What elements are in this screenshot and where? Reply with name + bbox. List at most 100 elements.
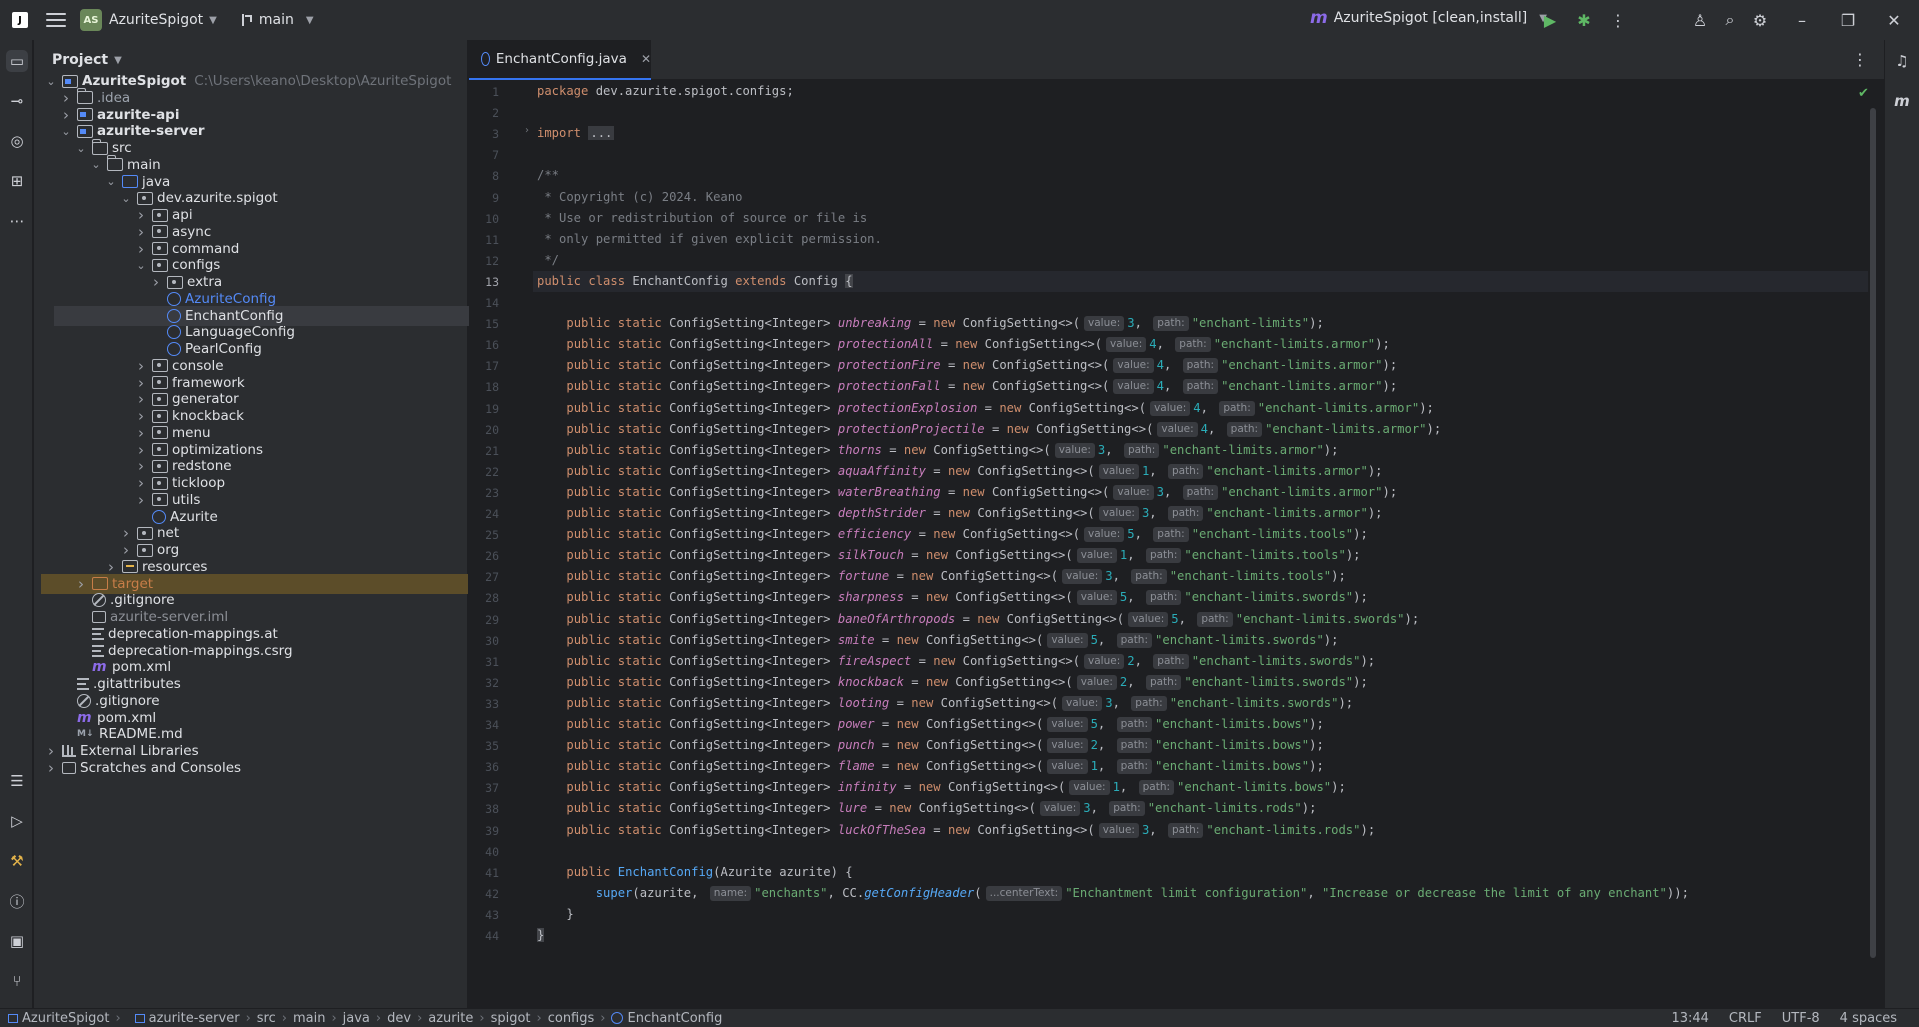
setting-value: 5 [1090,632,1098,647]
chevron-down-icon[interactable]: ▼ [114,55,122,66]
code-token: ( [1036,738,1044,753]
tree-item-label: Scratches and Consoles [80,759,242,776]
commit-tool-icon[interactable]: ⊸ [6,90,28,112]
code-token: , [691,885,706,900]
notifications-icon[interactable]: ♫ [1891,50,1913,72]
inlay-hint-path: path: [1138,780,1175,796]
todo-tool-icon[interactable]: ☰ [6,770,28,792]
project-badge[interactable]: AS [80,9,102,31]
breadcrumb-item[interactable]: AzuriteSpigot [22,1011,109,1026]
maven-tool-icon[interactable]: m [1891,90,1913,112]
code-token: ( [1065,590,1073,605]
debug-icon[interactable]: ✱ [1574,10,1594,30]
chevron-down-icon[interactable]: ▼ [209,15,217,26]
tree-item[interactable]: › Scratches and Consoles [34,758,467,778]
file-encoding[interactable]: UTF-8 [1782,1011,1820,1026]
chevron-down-icon[interactable]: ⌄ [44,75,58,88]
no-problems-icon[interactable]: ✔ [1858,86,1869,101]
run-icon[interactable]: ▶ [1540,10,1560,30]
plugins-tool-icon[interactable]: ◎ [6,130,28,152]
breadcrumb-item[interactable]: EnchantConfig [627,1011,722,1026]
services-tool-icon[interactable]: ▷ [6,810,28,832]
line-separator[interactable]: CRLF [1729,1011,1762,1026]
code-line: public EnchantConfig(Azurite azurite) { [537,862,852,883]
problems-tool-icon[interactable]: ⓘ [6,890,28,912]
tab-enchant-config[interactable]: EnchantConfig.java ✕ [469,40,651,80]
more-tools-icon[interactable]: ⋯ [6,210,28,232]
chevron-down-icon[interactable]: ⌄ [89,158,103,171]
breadcrumb-item[interactable]: src [257,1011,276,1026]
branch-selector[interactable]: main ▼ [239,12,314,28]
fold-expand-icon[interactable]: › [525,125,529,136]
chevron-down-icon[interactable]: ⌄ [104,175,118,188]
close-tab-icon[interactable]: ✕ [641,52,651,66]
breadcrumb-item[interactable]: spigot [491,1011,531,1026]
tree-item-label: redstone [172,458,232,475]
git-tool-icon[interactable]: ⑂ [6,970,28,992]
inlay-hint-path: path: [1153,653,1189,669]
maximize-icon[interactable]: ❐ [1838,10,1858,30]
config-setting-line: public static ConfigSetting<Integer> dep… [537,503,1383,524]
line-number: 29 [485,612,499,627]
editor-tab-bar: EnchantConfig.java ✕ ⋮ [469,40,1884,80]
breadcrumb-item[interactable]: main [293,1011,325,1026]
breadcrumb-item[interactable]: azurite [428,1011,473,1026]
code-token: ); [1426,421,1442,436]
chevron-down-icon[interactable]: ⌄ [59,125,73,138]
code-token: ; [786,84,794,98]
setting-path: "enchant-limits.bows" [1155,717,1310,731]
code-token: ( [1102,379,1110,394]
code-editor[interactable]: package dev.azurite.spigot.configs; impor… [533,81,1868,991]
chevron-down-icon[interactable]: ⌄ [134,259,148,272]
close-window-icon[interactable]: ✕ [1884,10,1904,30]
field-name: infinity [837,780,897,795]
breadcrumb-item[interactable]: dev [387,1011,411,1026]
settings-icon[interactable]: ⚙ [1750,10,1770,30]
field-type: ConfigSetting<Integer> [669,674,831,689]
code-token: ( [1036,717,1044,731]
breadcrumb-item[interactable]: azurite-server [149,1011,240,1026]
inlay-hint-value: value: [1106,337,1147,353]
project-tool-icon[interactable]: ▭ [6,50,28,72]
chevron-right-icon[interactable]: › [44,759,58,777]
code-token: ( [1036,759,1044,774]
more-actions-icon[interactable]: ⋮ [1608,10,1628,30]
structure-tool-icon[interactable]: ⊞ [6,170,28,192]
terminal-tool-icon[interactable]: ▣ [6,930,28,952]
add-user-icon[interactable]: ♙ [1690,10,1710,30]
java-class-icon [167,325,181,340]
breadcrumb-item[interactable]: configs [548,1011,595,1026]
search-icon[interactable]: ⌕ [1720,10,1740,30]
line-number: 18 [485,380,499,395]
code-token: public static [566,611,670,626]
inlay-hint-path: path: [1219,400,1255,416]
line-number: 41 [485,865,499,880]
code-line: public class EnchantConfig extends Confi… [537,271,853,292]
caret-position[interactable]: 13:44 [1671,1011,1708,1026]
minimize-icon[interactable]: – [1792,10,1812,30]
build-tool-icon[interactable]: ⚒ [6,850,28,872]
folder-icon [91,138,108,155]
field-type: ConfigSetting<Integer> [669,738,831,753]
chevron-down-icon[interactable]: ⌄ [74,142,88,155]
config-setting-line: public static ConfigSetting<Integer> eff… [537,524,1368,545]
breadcrumb-item[interactable]: java [343,1011,370,1026]
field-type: ConfigSetting<Integer> [669,632,831,647]
chevron-down-icon[interactable]: ⌄ [119,192,133,205]
indent-setting[interactable]: 4 spaces [1840,1011,1897,1026]
vertical-scrollbar[interactable] [1870,108,1876,958]
run-config-selector[interactable]: m AzuriteSpigot [clean,install] ▼ [1310,8,1547,28]
setting-value: 4 [1149,337,1157,352]
code-line: * Use or redistribution of source or fil… [537,208,867,229]
project-selector[interactable]: AzuriteSpigot [109,12,203,28]
code-token: , [1127,548,1142,563]
main-menu-icon[interactable] [46,10,66,30]
title-bar: J AS AzuriteSpigot ▼ main ▼ m AzuriteSpi… [0,0,1919,40]
tab-actions-icon[interactable]: ⋮ [1852,50,1868,69]
